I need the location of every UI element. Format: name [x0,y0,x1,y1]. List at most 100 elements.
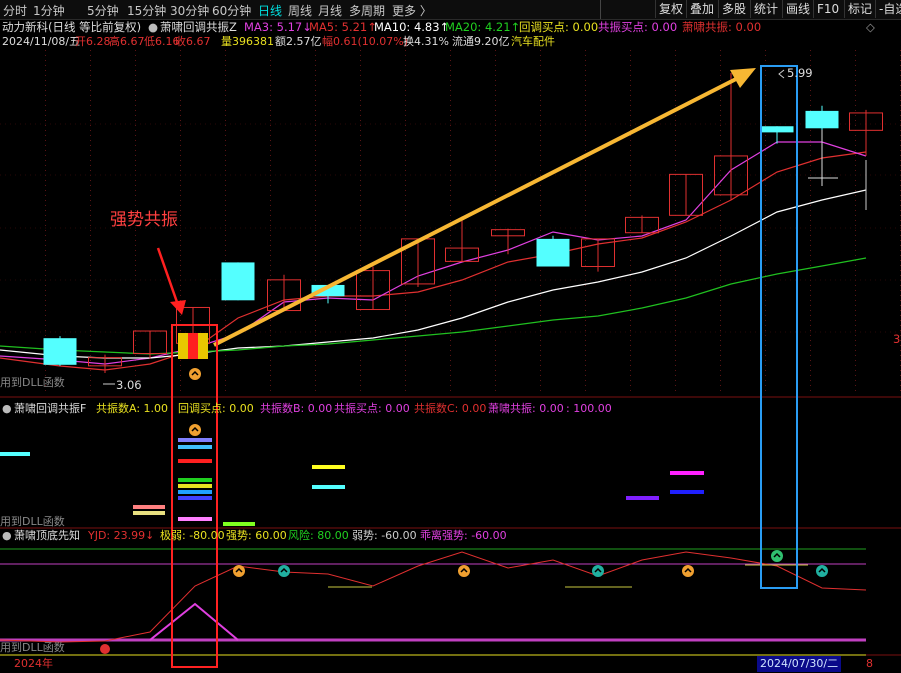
grid-dot [315,135,316,136]
grid-dot [45,50,46,51]
grid-dot [450,130,451,131]
candle-body-down [805,110,839,129]
grid-dot [585,275,586,276]
grid-dot [315,210,316,211]
grid-dot [675,375,676,376]
grid-dot [270,370,271,371]
grid-dot [135,85,136,86]
grid-dot [675,355,676,356]
grid-dot [720,260,721,261]
grid-dot [495,300,496,301]
grid-dot [765,155,766,156]
grid-dot [315,140,316,141]
grid-dot [540,310,541,311]
grid-dot [765,270,766,271]
grid-dot [585,365,586,366]
grid-dot [270,270,271,271]
grid-dot [765,330,766,331]
grid-dot [675,360,676,361]
grid-dot [675,350,676,351]
grid-dot [315,225,316,226]
grid-dot [405,290,406,291]
ma5-line [0,141,867,365]
grid-dot [405,270,406,271]
grid-dot [855,225,856,226]
grid-dot [180,135,181,136]
grid-dot [90,320,91,321]
grid-dot [90,295,91,296]
grid-dot [45,145,46,146]
crosshair-date-box: 2024/07/30/二 [757,656,842,672]
grid-dot [135,125,136,126]
grid-dot [495,165,496,166]
grid-dot [360,55,361,56]
grid-dot [405,340,406,341]
grid-dot [855,90,856,91]
kline-chart[interactable] [0,0,901,673]
grid-dot [405,155,406,156]
grid-dot [405,60,406,61]
grid-dot [630,350,631,351]
grid-dot [450,170,451,171]
grid-dot [45,305,46,306]
grid-dot [45,390,46,391]
grid-dot [270,320,271,321]
grid-dot [495,150,496,151]
grid-dot [855,290,856,291]
grid-dot [225,230,226,231]
grid-dot [630,320,631,321]
candle-body-down [760,126,794,133]
grid-dot [765,370,766,371]
grid-dot [450,310,451,311]
grid-dot [675,170,676,171]
grid-dot [765,75,766,76]
grid-dot [90,190,91,191]
grid-dot [585,310,586,311]
grid-dot [45,225,46,226]
grid-dot [225,310,226,311]
grid-dot [765,120,766,121]
grid-dot [630,85,631,86]
grid-dot [450,205,451,206]
grid-dot [765,80,766,81]
grid-dot [225,190,226,191]
turnover-value: 换4.31% [403,35,449,48]
grid-dot [810,100,811,101]
grid-dot [675,250,676,251]
grid-dot [90,165,91,166]
grid-dot [90,370,91,371]
grid-dot [315,100,316,101]
grid-dot [450,255,451,256]
grid-dot [450,220,451,221]
grid-dot [225,205,226,206]
grid-dot [45,205,46,206]
grid-dot [855,330,856,331]
grid-dot [225,55,226,56]
grid-dot [675,150,676,151]
grid-dot [225,160,226,161]
grid-dot [90,85,91,86]
grid-dot [315,125,316,126]
grid-dot [90,80,91,81]
grid-dot [450,260,451,261]
grid-dot [630,60,631,61]
grid-dot [135,90,136,91]
diamond-icon[interactable]: ◇ [866,20,875,34]
grid-dot [855,350,856,351]
grid-dot [855,255,856,256]
grid-dot [720,355,721,356]
grid-dot [675,80,676,81]
resonance-bar-yellow [198,333,208,359]
grid-dot [360,305,361,306]
grid-dot [810,240,811,241]
grid-dot [720,275,721,276]
grid-dot [180,375,181,376]
grid-dot [90,315,91,316]
grid-dot [585,145,586,146]
grid-dot [855,105,856,106]
grid-dot [90,250,91,251]
grid-dot [135,165,136,166]
grid-dot [765,335,766,336]
grid-dot [540,95,541,96]
grid-dot [630,375,631,376]
